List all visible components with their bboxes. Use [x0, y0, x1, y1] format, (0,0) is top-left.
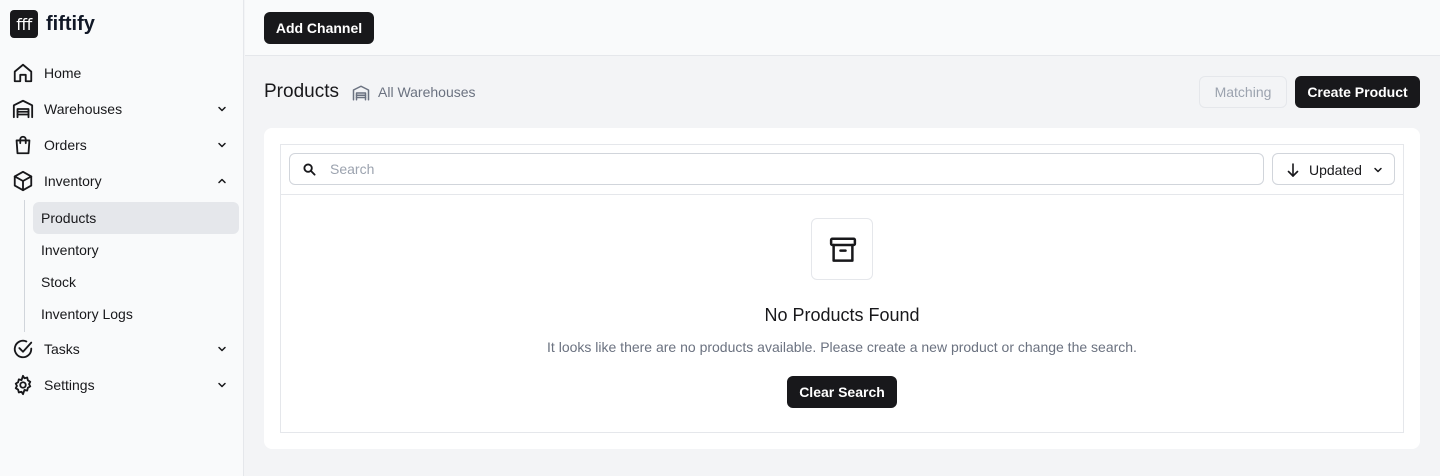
shopping-bag-icon — [15, 135, 31, 155]
sidebar-item-orders[interactable]: Orders — [8, 129, 236, 161]
sidebar-item-label: Orders — [44, 137, 87, 153]
chevron-down-icon — [218, 346, 226, 352]
sidebar-subitem-label: Inventory Logs — [41, 306, 133, 322]
search-icon — [303, 163, 316, 176]
archive-icon — [829, 237, 857, 262]
check-circle-icon — [13, 339, 33, 359]
products-toolbar: Updated — [281, 145, 1403, 195]
brand[interactable]: fff fiftify — [10, 10, 95, 38]
sort-button[interactable]: Updated — [1272, 153, 1395, 185]
sidebar-item-inventory[interactable]: Inventory — [8, 165, 236, 197]
sort-label: Updated — [1309, 162, 1362, 178]
sidebar-subitem-inventory-logs[interactable]: Inventory Logs — [33, 298, 239, 330]
home-icon — [13, 63, 33, 83]
sidebar-item-label: Tasks — [44, 341, 80, 357]
sidebar-item-warehouses[interactable]: Warehouses — [8, 93, 236, 125]
products-card: Updated No Products Found It looks like … — [264, 128, 1420, 449]
box-icon — [13, 170, 33, 192]
brand-name: fiftify — [46, 12, 95, 35]
clear-search-button[interactable]: Clear Search — [787, 376, 897, 408]
sidebar-item-label: Inventory — [44, 173, 102, 189]
empty-state-title: No Products Found — [764, 305, 920, 325]
chevron-down-icon — [218, 382, 226, 388]
create-product-button[interactable]: Create Product — [1295, 76, 1420, 108]
sidebar-item-label: Warehouses — [44, 101, 123, 117]
sidebar-item-label: Settings — [44, 377, 95, 393]
chevron-down-icon — [218, 142, 226, 148]
submenu-rail — [24, 200, 25, 332]
sidebar-subitem-label: Inventory — [41, 242, 99, 258]
warehouse-selector[interactable]: All Warehouses — [378, 84, 476, 100]
sidebar-subitem-inventory[interactable]: Inventory — [33, 234, 239, 266]
empty-state-description: It looks like there are no products avai… — [547, 339, 1137, 355]
sidebar-subitem-products[interactable]: Products — [33, 202, 239, 234]
brand-logo: fff — [10, 10, 38, 38]
add-channel-button[interactable]: Add Channel — [264, 12, 374, 44]
chevron-down-icon — [1374, 167, 1382, 173]
warehouse-icon — [12, 99, 34, 119]
search-box[interactable] — [289, 153, 1264, 185]
empty-state-icon-box — [811, 218, 873, 280]
sidebar: fff fiftify Home Warehouses Orders Inven… — [0, 0, 244, 476]
warehouse-icon — [352, 85, 370, 101]
sidebar-subitem-label: Products — [41, 210, 97, 226]
sidebar-subitem-stock[interactable]: Stock — [33, 266, 239, 298]
sidebar-item-home[interactable]: Home — [8, 57, 236, 89]
gear-icon — [14, 374, 32, 396]
sidebar-subitem-label: Stock — [41, 274, 77, 290]
products-panel: Updated No Products Found It looks like … — [280, 144, 1404, 433]
arrow-down-icon — [1287, 163, 1299, 177]
search-input[interactable] — [330, 159, 1230, 179]
page-title: Products — [264, 81, 339, 102]
chevron-down-icon — [218, 106, 226, 112]
sidebar-item-label: Home — [44, 65, 82, 81]
sidebar-item-settings[interactable]: Settings — [8, 369, 236, 401]
matching-button[interactable]: Matching — [1199, 76, 1287, 108]
top-bar: Add Channel — [245, 0, 1440, 56]
chevron-up-icon — [218, 178, 226, 184]
sidebar-item-tasks[interactable]: Tasks — [8, 333, 236, 365]
